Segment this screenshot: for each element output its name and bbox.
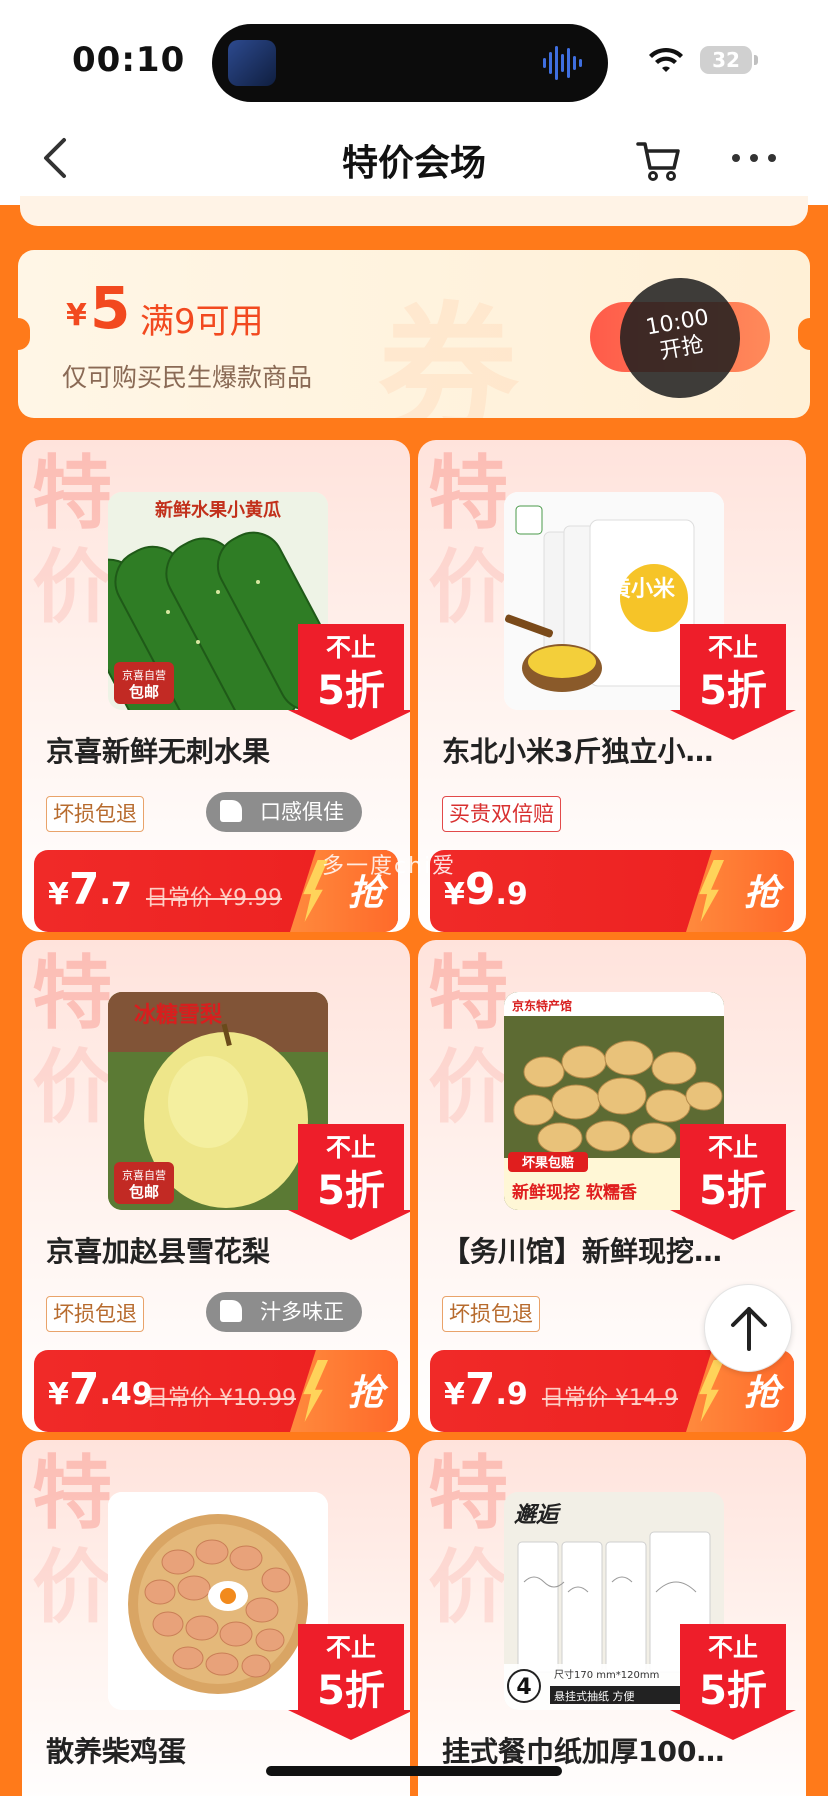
status-time: 00:10 <box>72 40 186 80</box>
coupon-notch-left <box>18 318 30 350</box>
original-price: 日常价 ¥9.99 <box>146 886 282 911</box>
discount-badge: 不止 5折 <box>288 1124 410 1242</box>
original-price: 日常价 ¥14.9 <box>542 1386 678 1411</box>
grab-button[interactable]: 抢 <box>348 1364 384 1416</box>
wifi-icon <box>649 47 683 72</box>
cucumber-image: 新鲜水果小黄瓜 京喜自营 包邮 <box>108 492 328 710</box>
home-indicator[interactable] <box>266 1766 562 1776</box>
product-name[interactable]: 【务川馆】新鲜现挖… <box>442 1230 788 1270</box>
price: ¥7.49 <box>48 1364 153 1415</box>
video-watermark: 多一度chi爱 <box>322 854 457 879</box>
coupon-amount: 5 <box>90 274 131 342</box>
card-watermark-te: 特 <box>32 447 112 540</box>
service-tag: 买贵双倍赔 <box>442 796 561 832</box>
battery-indicator: 32 <box>700 46 758 74</box>
audio-wave-icon <box>543 46 582 80</box>
svg-text:4: 4 <box>516 1675 531 1700</box>
product-name[interactable]: 东北小米3斤独立小… <box>442 730 788 770</box>
price: ¥7.9 <box>444 1364 528 1415</box>
pear-image: 冰糖雪梨 京喜自营 包邮 <box>108 992 328 1210</box>
svg-text:冰糖雪梨: 冰糖雪梨 <box>134 1002 222 1028</box>
svg-text:京喜自营: 京喜自营 <box>122 1168 166 1182</box>
product-name[interactable]: 散养柴鸡蛋 <box>46 1730 392 1770</box>
coupon-watermark: 券 <box>378 290 519 418</box>
service-tag: 坏损包退 <box>46 796 144 832</box>
card-watermark-jia: 价 <box>32 541 112 634</box>
product-card[interactable]: 特 价 邂逅 4 尺寸170 mm*120mm 悬挂式抽纸 方便 不止 5折 挂式… <box>418 1440 806 1796</box>
service-tag: 坏损包退 <box>442 1296 540 1332</box>
card-watermark-te: 特 <box>32 947 112 1040</box>
svg-text:黄小米: 黄小米 <box>609 577 676 602</box>
price: ¥9.9 <box>444 864 528 915</box>
discount-badge: 不止 5折 <box>288 624 410 742</box>
top-banner-edge <box>20 196 808 226</box>
svg-text:包邮: 包邮 <box>129 683 159 701</box>
product-image[interactable]: 冰糖雪梨 京喜自营 包邮 <box>108 992 328 1210</box>
now-playing-artwork <box>228 40 276 86</box>
discount-badge: 不止 5折 <box>670 1124 806 1242</box>
discount-badge: 不止 5折 <box>670 1624 806 1742</box>
page-title: 特价会场 <box>341 143 486 184</box>
review-bubble: 汁多味正 <box>206 1292 362 1332</box>
product-card[interactable]: 特 价 黄小米 不止 5折 东北小米3斤独立小… 买贵双倍赔 ¥9.9 抢 <box>418 440 806 932</box>
more-icon[interactable] <box>730 148 778 166</box>
review-bubble: 口感俱佳 <box>206 792 362 832</box>
card-watermark-jia: 价 <box>428 1041 508 1134</box>
svg-text:包邮: 包邮 <box>129 1183 159 1201</box>
product-card[interactable]: 特 价 冰糖雪梨 京喜自营 包邮 不止 5折 京喜加赵县雪花梨 坏损包退 汁多味正… <box>22 940 410 1432</box>
card-watermark-jia: 价 <box>428 1541 508 1634</box>
svg-text:新鲜现挖 软糯香: 新鲜现挖 软糯香 <box>512 1182 637 1203</box>
arrow-up-icon <box>731 1307 767 1351</box>
card-watermark-te: 特 <box>32 1447 112 1540</box>
card-watermark-jia: 价 <box>32 1041 112 1134</box>
original-price: 日常价 ¥10.99 <box>146 1386 296 1411</box>
coupon-currency: ¥ <box>66 298 87 333</box>
cart-icon[interactable] <box>636 138 682 182</box>
product-card[interactable]: 特 价 不止 5折 散养柴鸡蛋 <box>22 1440 410 1796</box>
svg-text:邂逅: 邂逅 <box>514 1502 562 1528</box>
discount-badge: 不止 5折 <box>288 1624 410 1742</box>
coupon-notch-right <box>798 318 810 350</box>
product-image[interactable] <box>108 1492 328 1710</box>
image-caption: 新鲜水果小黄瓜 <box>155 499 281 521</box>
price: ¥7.7 <box>48 864 132 915</box>
thumbs-up-icon <box>220 1300 242 1322</box>
card-watermark-jia: 价 <box>32 1541 112 1634</box>
svg-text:京东特产馆: 京东特产馆 <box>512 998 572 1013</box>
card-watermark-te: 特 <box>428 947 508 1040</box>
service-tag: 坏损包退 <box>46 1296 144 1332</box>
svg-text:京喜自营: 京喜自营 <box>122 668 166 682</box>
discount-badge: 不止 5折 <box>670 624 806 742</box>
eggs-image <box>108 1492 328 1710</box>
product-name[interactable]: 京喜新鲜无刺水果 <box>46 730 392 770</box>
dynamic-island[interactable] <box>212 24 608 102</box>
card-watermark-te: 特 <box>428 1447 508 1540</box>
svg-text:悬挂式抽纸 方便: 悬挂式抽纸 方便 <box>554 1689 635 1703</box>
product-name[interactable]: 京喜加赵县雪花梨 <box>46 1230 392 1270</box>
svg-text:尺寸170 mm*120mm: 尺寸170 mm*120mm <box>554 1668 659 1681</box>
scroll-to-top-button[interactable] <box>704 1284 792 1372</box>
coupon-description: 仅可购买民生爆款商品 <box>62 363 313 392</box>
price-bar[interactable]: ¥7.49 日常价 ¥10.99 抢 <box>34 1350 398 1432</box>
card-watermark-te: 特 <box>428 447 508 540</box>
svg-text:坏果包赔: 坏果包赔 <box>522 1155 574 1171</box>
price-bar[interactable]: ¥9.9 抢 <box>430 850 794 932</box>
card-watermark-jia: 价 <box>428 541 508 634</box>
thumbs-up-icon <box>220 800 242 822</box>
product-name[interactable]: 挂式餐巾纸加厚100… <box>442 1730 788 1770</box>
product-image[interactable]: 新鲜水果小黄瓜 京喜自营 包邮 <box>108 492 328 710</box>
grab-button[interactable]: 抢 <box>744 864 780 916</box>
coupon-condition: 满9可用 <box>140 302 264 342</box>
